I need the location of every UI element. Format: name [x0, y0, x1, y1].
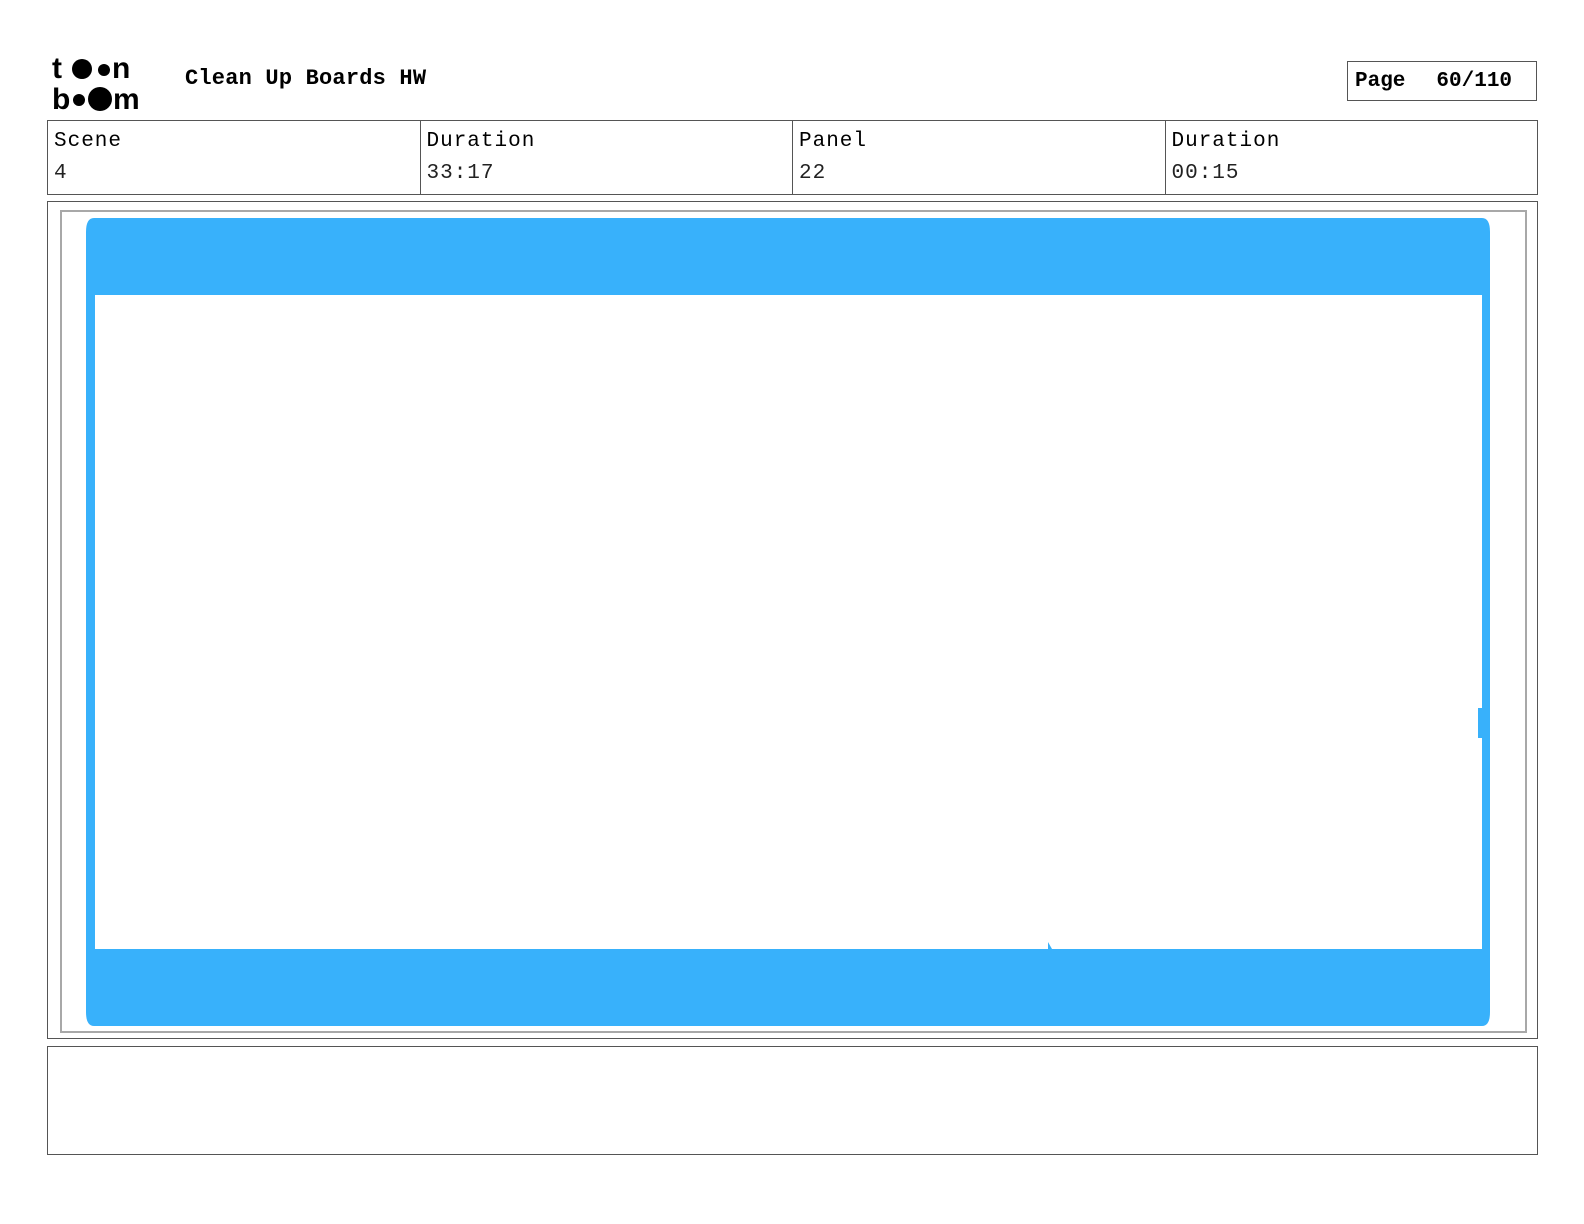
side-tick-mark: [1478, 708, 1485, 738]
panel-duration-label: Duration: [1171, 130, 1281, 153]
svg-text:b: b: [52, 83, 70, 112]
panel-cell: Panel 22: [793, 121, 1166, 194]
panel-value: 22: [799, 162, 827, 185]
document-title: Clean Up Boards HW: [185, 66, 427, 91]
scene-duration-value: 33:17: [426, 162, 495, 185]
svg-text:m: m: [113, 83, 140, 112]
scene-label: Scene: [54, 130, 123, 153]
panel-image-border: [60, 210, 1527, 1033]
white-canvas-area: [95, 295, 1482, 949]
scene-duration-label: Duration: [426, 130, 536, 153]
page-number: 60/110: [1436, 69, 1513, 93]
panel-image-frame: [47, 201, 1538, 1039]
scene-value: 4: [54, 162, 68, 185]
scene-cell: Scene 4: [48, 121, 421, 194]
panel-artwork: [86, 218, 1490, 1026]
page-label: Page: [1355, 69, 1406, 93]
svg-text:n: n: [112, 52, 130, 85]
scene-duration-cell: Duration 33:17: [421, 121, 793, 194]
page-indicator: Page 60/110: [1347, 61, 1537, 101]
toon-boom-logo: t n b m: [52, 52, 140, 112]
svg-text:t: t: [52, 52, 62, 85]
panel-duration-value: 00:15: [1171, 162, 1240, 185]
panel-duration-cell: Duration 00:15: [1166, 121, 1538, 194]
scene-info-table: Scene 4 Duration 33:17 Panel 22 Duration…: [47, 120, 1538, 195]
panel-notes-box: [47, 1046, 1538, 1155]
panel-label: Panel: [799, 130, 868, 153]
